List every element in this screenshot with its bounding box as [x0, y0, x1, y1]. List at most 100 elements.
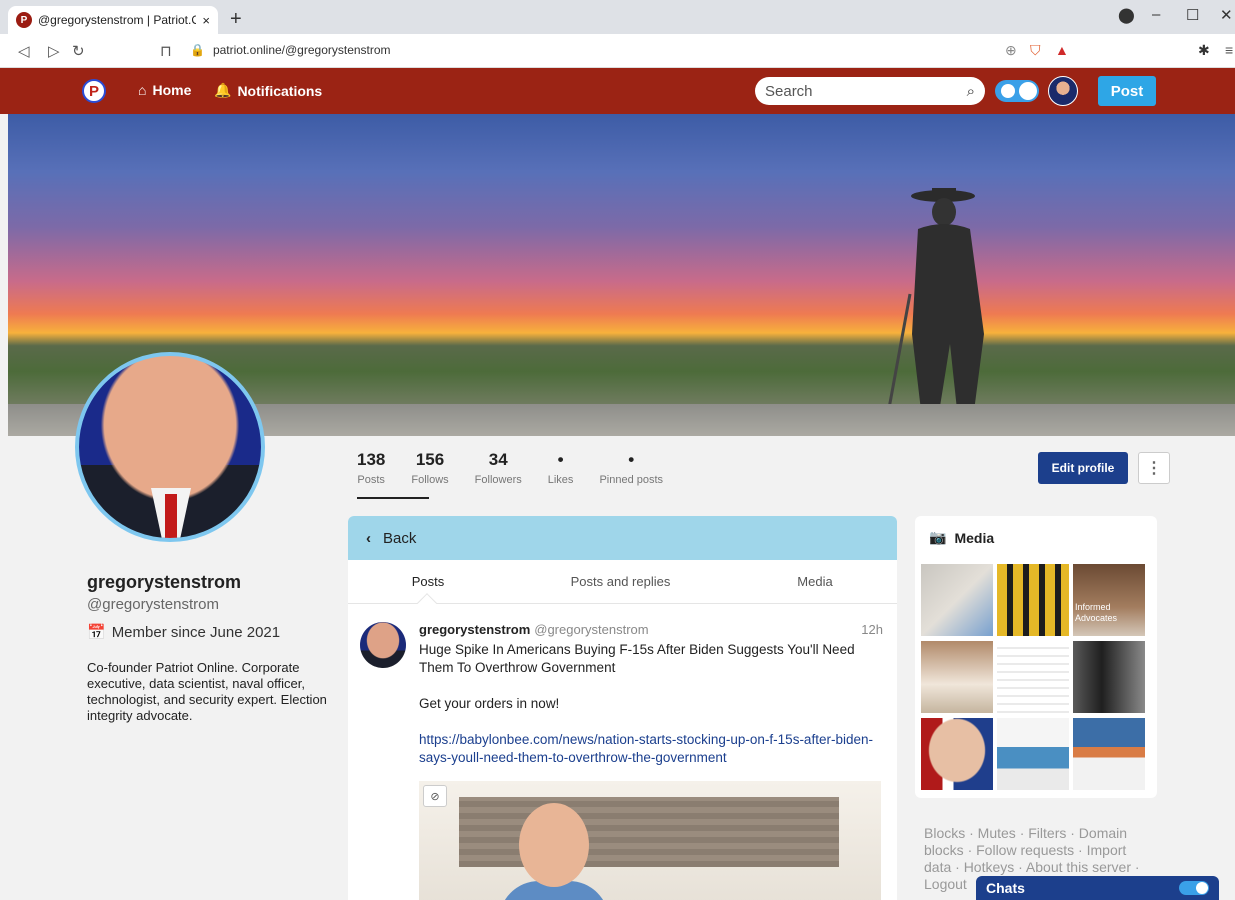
- lock-icon: 🔒: [190, 43, 205, 57]
- thumb-caption: Informed Advocates: [1075, 602, 1118, 623]
- stat-likes[interactable]: • Likes: [548, 450, 574, 486]
- search-icon[interactable]: ⌕: [967, 83, 975, 100]
- stat-label: Posts: [357, 474, 385, 486]
- chats-toggle[interactable]: [1179, 881, 1209, 895]
- site-favicon-icon: P: [16, 12, 32, 28]
- image-face: [519, 803, 589, 887]
- back-button[interactable]: ‹ Back: [348, 516, 897, 560]
- status-time[interactable]: 12h: [861, 622, 883, 637]
- media-thumb[interactable]: [997, 641, 1069, 713]
- edit-profile-button[interactable]: Edit profile: [1038, 452, 1128, 484]
- nav-notifications[interactable]: 🔔 Notifications: [214, 82, 322, 99]
- profile-bio: Co-founder Patriot Online. Corporate exe…: [87, 660, 327, 723]
- status-content: Huge Spike In Americans Buying F-15s Aft…: [419, 641, 883, 767]
- chats-panel[interactable]: Chats: [976, 876, 1219, 900]
- theme-toggle[interactable]: [995, 80, 1039, 102]
- brave-shield-icon[interactable]: ⛉: [1030, 42, 1041, 59]
- back-label: Back: [383, 529, 417, 547]
- extensions-icon[interactable]: ✱: [1198, 42, 1210, 59]
- search-box: ⌕: [755, 77, 985, 105]
- media-thumb[interactable]: [921, 718, 993, 790]
- media-thumb[interactable]: [921, 641, 993, 713]
- stat-posts[interactable]: 138 Posts: [357, 450, 385, 486]
- tab-posts-and-replies[interactable]: Posts and replies: [508, 560, 733, 603]
- tab-close-icon[interactable]: ×: [202, 13, 210, 28]
- hide-media-icon[interactable]: ⊘: [423, 785, 447, 807]
- stat-value: 34: [488, 450, 508, 469]
- stat-followers[interactable]: 34 Followers: [475, 450, 522, 486]
- sun-icon: [1001, 84, 1015, 98]
- avatar-tie: [165, 494, 177, 538]
- status-item[interactable]: gregorystenstrom @gregorystenstrom 12h H…: [348, 604, 897, 900]
- media-grid: Informed Advocates: [921, 564, 1145, 790]
- tab-media[interactable]: Media: [733, 560, 897, 603]
- rewards-icon[interactable]: ▲: [1055, 42, 1069, 58]
- post-button[interactable]: Post: [1098, 76, 1156, 106]
- toggle-knob: [1019, 82, 1037, 100]
- media-thumb[interactable]: [997, 718, 1069, 790]
- timeline-column: ‹ Back Posts Posts and replies Media greg…: [348, 516, 897, 900]
- status-avatar[interactable]: [360, 622, 406, 668]
- url-field[interactable]: 🔒 patriot.online/@gregorystenstrom: [190, 43, 391, 57]
- stat-label: Likes: [547, 474, 574, 486]
- stat-follows[interactable]: 156 Follows: [411, 450, 448, 486]
- camera-icon: 📷: [929, 529, 947, 545]
- media-thumb[interactable]: [997, 564, 1069, 636]
- tab-title: @gregorystenstrom | Patriot.Onli: [38, 13, 197, 27]
- url-text: patriot.online/@gregorystenstrom: [212, 43, 391, 57]
- nav-avatar[interactable]: [1048, 76, 1078, 106]
- nav-home-label: Home: [152, 82, 192, 98]
- chevron-left-icon: ‹: [366, 529, 371, 547]
- search-input[interactable]: [765, 82, 967, 100]
- app-navbar: P ⌂ Home 🔔 Notifications ⌕ Post: [0, 68, 1235, 114]
- minimize-icon[interactable]: –: [1152, 6, 1160, 23]
- active-stat-underline: [357, 497, 429, 499]
- new-tab-icon[interactable]: +: [230, 8, 242, 31]
- stat-label: Pinned posts: [599, 474, 664, 486]
- profile-menu-icon[interactable]: ⬤: [1118, 6, 1135, 24]
- more-options-icon[interactable]: ⋮: [1138, 452, 1170, 484]
- image-roof: [459, 797, 839, 867]
- maximize-icon[interactable]: ☐: [1186, 6, 1199, 24]
- status-media-image[interactable]: ⊘: [419, 781, 881, 900]
- media-thumb[interactable]: [921, 564, 993, 636]
- status-headline: Huge Spike In Americans Buying F-15s Aft…: [419, 642, 855, 675]
- close-window-icon[interactable]: ✕: [1220, 6, 1233, 24]
- patriot-logo-icon[interactable]: P: [82, 79, 106, 103]
- status-link[interactable]: https://babylonbee.com/news/nation-start…: [419, 732, 873, 765]
- media-title: Media: [954, 529, 995, 546]
- back-nav-icon[interactable]: ◁: [18, 42, 30, 60]
- stat-value: 138: [357, 450, 386, 469]
- zoom-icon[interactable]: ⊕: [1005, 42, 1017, 59]
- media-thumb[interactable]: Informed Advocates: [1073, 564, 1145, 636]
- calendar-icon: 📅: [87, 624, 106, 641]
- address-bar: ◁ ▷ ↻ ⊓ 🔒 patriot.online/@gregorystenstro…: [0, 34, 1235, 68]
- nav-home[interactable]: ⌂ Home: [138, 82, 191, 98]
- menu-icon[interactable]: ≡: [1225, 42, 1233, 58]
- reload-icon[interactable]: ↻: [72, 42, 85, 60]
- forward-nav-icon[interactable]: ▷: [48, 42, 60, 60]
- bell-icon: 🔔: [214, 82, 232, 98]
- stat-value: 156: [415, 450, 445, 469]
- media-thumb[interactable]: [1073, 641, 1145, 713]
- profile-avatar[interactable]: [75, 352, 265, 542]
- browser-tabbar: P @gregorystenstrom | Patriot.Onli × + ⬤…: [0, 0, 1235, 34]
- profile-handle: @gregorystenstrom: [87, 596, 219, 613]
- member-since: 📅 Member since June 2021: [87, 623, 281, 642]
- stat-value: •: [628, 450, 635, 469]
- status-line: Get your orders in now!: [419, 696, 560, 711]
- browser-tab[interactable]: P @gregorystenstrom | Patriot.Onli ×: [8, 6, 218, 34]
- status-acct[interactable]: @gregorystenstrom: [534, 622, 648, 637]
- home-icon: ⌂: [138, 82, 147, 98]
- stat-pinned[interactable]: • Pinned posts: [599, 450, 663, 486]
- timeline-tabs: Posts Posts and replies Media: [348, 560, 897, 613]
- status-display-name[interactable]: gregorystenstrom: [419, 622, 530, 637]
- bookmark-icon[interactable]: ⊓: [160, 42, 172, 60]
- stat-value: •: [557, 450, 564, 469]
- nav-notifications-label: Notifications: [237, 82, 323, 99]
- stat-label: Followers: [474, 474, 522, 486]
- chats-label: Chats: [986, 880, 1025, 896]
- member-since-text: Member since June 2021: [111, 623, 281, 641]
- media-thumb[interactable]: [1073, 718, 1145, 790]
- media-heading: 📷 Media: [929, 529, 994, 546]
